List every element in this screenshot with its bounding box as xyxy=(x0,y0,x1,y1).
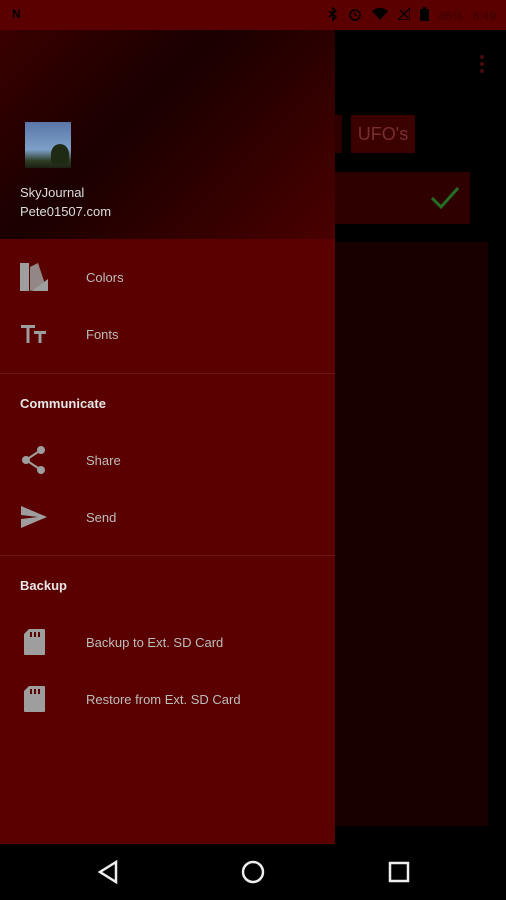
menu-item-fonts[interactable]: Fonts xyxy=(0,306,335,362)
battery-percent: 86% xyxy=(438,8,463,23)
system-nav-bar xyxy=(0,844,506,900)
bluetooth-icon xyxy=(328,6,338,24)
menu-label: Colors xyxy=(86,269,124,285)
menu-item-backup[interactable]: Backup to Ext. SD Card xyxy=(0,614,335,670)
clock: 8:49 xyxy=(472,8,496,23)
back-icon[interactable] xyxy=(92,856,124,888)
menu-label: Share xyxy=(86,452,121,468)
battery-icon xyxy=(419,7,429,24)
drawer-header: SkyJournal Pete01507.com xyxy=(0,30,335,239)
sd-card-icon xyxy=(18,626,50,658)
wifi-icon xyxy=(371,8,388,23)
notification-icon: N xyxy=(12,7,21,21)
home-icon[interactable] xyxy=(237,856,269,888)
menu-label: Fonts xyxy=(86,326,119,342)
divider xyxy=(0,555,335,556)
menu-item-share[interactable]: Share xyxy=(0,432,335,488)
share-icon xyxy=(18,444,50,476)
website-link: Pete01507.com xyxy=(20,204,112,219)
navigation-drawer: SkyJournal Pete01507.com Colors Fonts Co… xyxy=(0,30,335,844)
section-title-backup: Backup xyxy=(20,578,67,593)
menu-item-restore[interactable]: Restore from Ext. SD Card xyxy=(0,671,335,727)
recents-icon[interactable] xyxy=(383,856,415,888)
divider xyxy=(0,373,335,374)
avatar[interactable] xyxy=(25,122,71,168)
palette-icon xyxy=(18,261,50,293)
signal-icon xyxy=(396,6,411,23)
menu-label: Backup to Ext. SD Card xyxy=(86,634,224,650)
menu-item-send[interactable]: Send xyxy=(0,489,335,545)
send-icon xyxy=(18,501,50,533)
alarm-icon xyxy=(348,7,362,24)
font-size-icon xyxy=(18,318,50,350)
drawer-scrim[interactable] xyxy=(335,30,506,844)
section-title-communicate: Communicate xyxy=(20,396,106,411)
app-name: SkyJournal xyxy=(20,185,85,200)
status-icons: 86% 8:49 xyxy=(328,6,496,24)
status-bar: N 86% 8:49 xyxy=(0,0,506,30)
menu-label: Restore from Ext. SD Card xyxy=(86,691,241,707)
menu-label: Send xyxy=(86,509,117,525)
menu-item-colors[interactable]: Colors xyxy=(0,249,335,305)
sd-card-icon xyxy=(18,683,50,715)
